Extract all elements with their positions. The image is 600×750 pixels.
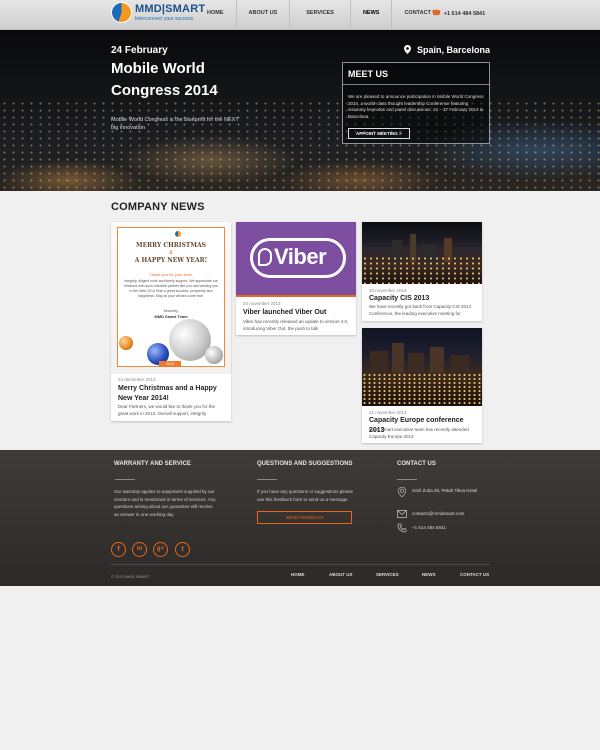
capacity-europe-image: [362, 328, 482, 406]
nav-news[interactable]: NEWS: [349, 0, 392, 30]
warranty-title: WARRANTY AND SERVICE: [114, 461, 191, 467]
footer-nav-about-us[interactable]: ABOUT US: [329, 572, 353, 577]
hero-description: Mobile World Congress is the blueprint f…: [111, 117, 239, 131]
christmas-line-2: &: [169, 250, 173, 256]
hero-location: Spain, Barcelona: [404, 45, 490, 55]
copyright: © 2013 MMD SMART: [111, 574, 150, 579]
footer-nav-home[interactable]: HOME: [291, 572, 305, 577]
news-card-title[interactable]: Merry Christmas and a Happy New Year 201…: [118, 384, 226, 404]
christmas-logo-icon: [175, 231, 181, 237]
christmas-badge: 2014: [159, 361, 181, 367]
hero-location-text: Spain, Barcelona: [417, 45, 491, 55]
hero-title: Mobile World Congress 2014: [111, 60, 218, 99]
city-building: [408, 353, 424, 374]
logo-mark-icon: [111, 2, 132, 23]
location-pin-icon: [397, 487, 407, 497]
logo-tagline: Interconnect your success: [135, 16, 194, 22]
news-card-title[interactable]: Capacity CIS 2013: [369, 294, 477, 304]
questions-title: QUESTIONS AND SUGGESTIONS: [257, 461, 353, 467]
city-building: [430, 347, 444, 374]
footer-nav-services[interactable]: SERVICES: [376, 572, 399, 577]
footer-nav-contact-us[interactable]: CONTACT US: [460, 572, 489, 577]
warranty-underline: [115, 479, 135, 480]
news-card-date: 20 november 2013: [243, 301, 281, 306]
news-card-capacity-europe[interactable]: 21 november 2013 Capacity Europe confere…: [362, 328, 482, 443]
news-card-text: Viber has recently released an update to…: [243, 319, 349, 331]
logo[interactable]: MMD|SMART Interconnect your success: [111, 1, 205, 27]
meet-us-title: MEET US: [348, 69, 389, 79]
city-lights: [362, 256, 482, 284]
company-news-heading: COMPANY NEWS: [111, 201, 205, 213]
contact-address: Gmil Zuba 26, Petah Tikva Israel: [412, 488, 478, 493]
send-feedback-button[interactable]: SEND FEEDBACK: [257, 511, 352, 524]
phone-icon: ☎: [432, 10, 441, 17]
site-header: MMD|SMART Interconnect your success HOME…: [0, 0, 600, 30]
city-building: [370, 351, 388, 374]
phone-icon: [397, 523, 407, 533]
city-sky: [362, 222, 482, 247]
christmas-card-image: MERRY CHRISTMAS & A HAPPY NEW YEAR! Than…: [111, 222, 231, 374]
news-card-christmas[interactable]: MERRY CHRISTMAS & A HAPPY NEW YEAR! Than…: [111, 222, 231, 421]
contact-phone[interactable]: +1 614 484 5841: [412, 525, 482, 531]
city-lights: [362, 373, 482, 406]
bauble-icon: [119, 336, 133, 350]
meet-us-text: We are pleased to announce participation…: [348, 94, 484, 119]
nav-about-us[interactable]: ABOUT US: [235, 0, 290, 30]
news-card-date: 21 november 2013: [369, 410, 407, 415]
christmas-line-3: A HAPPY NEW YEAR!: [134, 257, 208, 264]
christmas-team: MMD Smart Team: [154, 314, 188, 319]
footer-nav-news[interactable]: NEWS: [422, 572, 436, 577]
header-phone-number: +1 614 484 5841: [443, 11, 486, 17]
twitter-icon[interactable]: t: [175, 542, 190, 557]
google-plus-icon[interactable]: g+: [153, 542, 168, 557]
viber-logo-text: Viber: [274, 244, 327, 269]
news-card-viber[interactable]: Viber 20 november 2013 Viber launched Vi…: [236, 222, 356, 335]
location-pin-icon: [404, 45, 411, 54]
news-card-text: We have recently got back from Capacity …: [369, 304, 471, 316]
viber-phone-icon: [258, 248, 272, 266]
envelope-icon: [397, 510, 407, 518]
facebook-icon[interactable]: f: [111, 542, 126, 557]
viber-image: Viber: [236, 222, 356, 297]
meet-us-divider: [343, 84, 489, 85]
bauble-icon: [205, 346, 223, 364]
news-card-date: 20 november 2013: [369, 288, 407, 293]
city-building: [392, 343, 404, 374]
christmas-sign: Sincerely,: [163, 309, 179, 313]
hero-date: 24 February: [111, 45, 168, 56]
christmas-line-1: MERRY CHRISTMAS: [135, 242, 207, 249]
main-nav: HOME ABOUT US SERVICES NEWS CONTACT US: [195, 0, 452, 30]
header-phone[interactable]: ☎ +1 614 484 5841: [432, 9, 485, 17]
news-card-text: MMD Smart executive team has recently at…: [369, 427, 469, 439]
news-card-capacity-cis[interactable]: 20 november 2013 Capacity CIS 2013 We ha…: [362, 222, 482, 321]
footer-divider: [111, 564, 490, 565]
nav-services[interactable]: SERVICES: [289, 0, 350, 30]
questions-underline: [257, 479, 277, 480]
appoint-meeting-button[interactable]: APPOINT MEETING >: [348, 128, 410, 139]
city-building: [450, 355, 470, 374]
questions-text: If you have any questions or suggestions…: [257, 489, 354, 502]
christmas-thanks: Thank you for your trust.: [149, 272, 193, 277]
hero-city-lights: [0, 100, 600, 191]
viber-accent-line: [236, 295, 356, 297]
meet-us-box: MEET US We are pleased to announce parti…: [342, 62, 490, 144]
news-card-date: 24 december 2013: [118, 377, 156, 382]
christmas-body: Integrity, diligent work and timely supp…: [124, 279, 218, 298]
linkedin-icon[interactable]: in: [132, 542, 147, 557]
nav-home[interactable]: HOME: [195, 0, 236, 30]
contact-underline: [397, 479, 417, 480]
news-card-title[interactable]: Viber launched Viber Out: [243, 308, 351, 318]
contact-email[interactable]: contacts@mmdsmart.com: [412, 511, 482, 517]
contact-title: CONTACT US: [397, 461, 436, 467]
warranty-text: Our warranty applies to equipment suppli…: [114, 489, 216, 517]
news-card-text: Dear Partners, we would like to thank yo…: [118, 404, 216, 416]
site-footer: WARRANTY AND SERVICE Our warranty applie…: [0, 450, 600, 586]
capacity-cis-image: [362, 222, 482, 284]
hero-banner: 24 February Mobile World Congress 2014 M…: [0, 30, 600, 191]
